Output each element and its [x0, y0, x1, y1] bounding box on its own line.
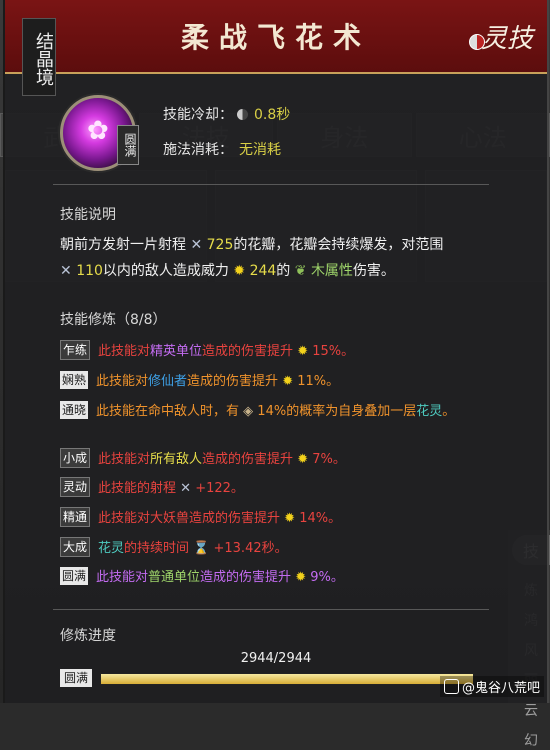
description-heading: 技能说明 [60, 204, 116, 224]
refinement-value: +13.42秒。 [214, 541, 288, 556]
range-value: 110 [76, 263, 103, 279]
refinement-item: 灵动此技能的射程 ✕ +122。 [60, 477, 490, 501]
refinement-item: 通晓此技能在命中敌人时，有 ◈ 14%的概率为自身叠加一层花灵。 [60, 400, 490, 424]
progress-fill [101, 674, 473, 684]
desc-text: 伤害。 [353, 263, 395, 279]
cooldown-icon [237, 109, 248, 120]
watermark-text: @鬼谷八荒吧 [462, 681, 540, 696]
refinement-value: 14%的概率为自身叠加一层 [257, 404, 416, 419]
refinement-item: 精通此技能对大妖兽造成的伤害提升 ✹ 14%。 [60, 507, 490, 531]
refinement-text: 此技能在命中敌人时，有 [96, 404, 239, 419]
refinement-tag: 圆满 [60, 567, 88, 585]
chance-icon: ◈ [243, 404, 253, 419]
range-icon: ✕ [180, 481, 191, 496]
refinement-text: 。 [442, 404, 455, 419]
title-bar: 柔战飞花术 灵技 [5, 0, 547, 74]
refinement-tag: 小成 [60, 448, 90, 468]
refinement-tag: 灵动 [60, 477, 90, 497]
refinement-item: 圆满此技能对普通单位造成的伤害提升 ✹ 9%。 [60, 566, 490, 590]
cost-row: 施法消耗： 无消耗 [163, 139, 281, 159]
mastery-tag: 圆满 [117, 125, 139, 165]
refinement-item: 小成此技能对所有敌人造成的伤害提升 ✹ 7%。 [60, 448, 490, 472]
range-value: 725 [207, 237, 234, 253]
skill-category: 灵技 [481, 18, 533, 55]
watermark: @鬼谷八荒吧 [440, 676, 544, 697]
power-icon: ✹ [297, 452, 308, 467]
refinement-item: 大成花灵的持续时间 ⌛ +13.42秒。 [60, 537, 490, 561]
sidebar-item: 幻 [524, 730, 550, 750]
refinement-target: 花灵 [416, 404, 442, 419]
refinement-text: 此技能对 [96, 374, 148, 389]
cooldown-value: 0.8秒 [254, 107, 290, 123]
element-value: 木属性 [311, 263, 353, 279]
cooldown-row: 技能冷却： 0.8秒 [163, 104, 290, 124]
progress-bar [100, 673, 474, 685]
progress-label: 修炼进度 [60, 625, 116, 645]
realm-badge: 结晶境 [22, 18, 56, 96]
refinement-target: 所有敌人 [150, 452, 202, 467]
refinement-tag: 通晓 [60, 401, 88, 419]
refinement-value: +122。 [195, 481, 244, 496]
progress-tag: 圆满 [60, 669, 92, 687]
refinement-tag: 乍练 [60, 340, 90, 360]
refinement-text: 此技能对 [98, 452, 150, 467]
skill-tooltip: 柔战飞花术 灵技 结晶境 ✿ 圆满 技能冷却： 0.8秒 施法消耗： 无消耗 技能说… [3, 0, 549, 703]
skill-description: 朝前方发射一片射程 ✕ 725的花瓣，花瓣会持续爆发，对范围 ✕ 110以内的敌… [60, 232, 490, 284]
flower-icon: ✿ [87, 116, 109, 146]
refinement-value: 9%。 [310, 570, 344, 585]
refinement-text: 此技能的射程 [98, 481, 176, 496]
desc-text: 的 [276, 263, 290, 279]
cost-label: 施法消耗： [163, 142, 233, 158]
refinement-target: 普通单位 [148, 570, 200, 585]
refinement-text: 造成的伤害提升 [187, 374, 278, 389]
sidebar-item: 云 [524, 700, 550, 720]
refinement-item: 乍练此技能对精英单位造成的伤害提升 ✹ 15%。 [60, 340, 490, 364]
leaf-icon: ❦ [295, 263, 307, 279]
desc-text: 朝前方发射一片射程 [60, 237, 186, 253]
cost-value: 无消耗 [239, 142, 281, 158]
desc-text: 以内的敌人造成威力 [103, 263, 229, 279]
power-icon: ✹ [297, 344, 308, 359]
refinement-value: 15%。 [312, 344, 354, 359]
refinement-text: 的持续时间 [124, 541, 189, 556]
power-icon: ✹ [282, 374, 293, 389]
refinement-target: 花灵 [98, 541, 124, 556]
divider [53, 184, 489, 185]
tieba-icon [444, 679, 459, 694]
refinement-text: 造成的伤害提升 [202, 452, 293, 467]
skill-title: 柔战飞花术 [5, 16, 547, 56]
power-icon: ✹ [295, 570, 306, 585]
refinement-heading: 技能修炼（8/8） [60, 309, 167, 329]
power-value: 244 [250, 263, 277, 279]
refinement-text: 此技能对 [96, 570, 148, 585]
refinement-item: 娴熟此技能对修仙者造成的伤害提升 ✹ 11%。 [60, 370, 490, 394]
divider [53, 609, 489, 610]
range-icon: ✕ [60, 263, 72, 279]
refinement-value: 7%。 [312, 452, 346, 467]
refinement-target: 修仙者 [148, 374, 187, 389]
refinement-target: 精英单位 [150, 344, 202, 359]
refinement-tag: 大成 [60, 537, 90, 557]
refinement-tag: 娴熟 [60, 371, 88, 389]
power-icon: ✹ [233, 263, 245, 279]
refinement-text: 此技能对大妖兽造成的伤害提升 [98, 511, 280, 526]
power-icon: ✹ [284, 511, 295, 526]
desc-text: 的花瓣，花瓣会持续爆发，对范围 [233, 237, 443, 253]
range-icon: ✕ [190, 237, 202, 253]
cooldown-label: 技能冷却： [163, 107, 233, 123]
refinement-tag: 精通 [60, 507, 90, 527]
hourglass-icon: ⌛ [193, 541, 209, 556]
refinement-value: 14%。 [299, 511, 341, 526]
refinement-text: 造成的伤害提升 [200, 570, 291, 585]
refinement-value: 11%。 [297, 374, 339, 389]
refinement-text: 造成的伤害提升 [202, 344, 293, 359]
refinement-text: 此技能对 [98, 344, 150, 359]
progress-value: 2944/2944 [5, 651, 547, 666]
